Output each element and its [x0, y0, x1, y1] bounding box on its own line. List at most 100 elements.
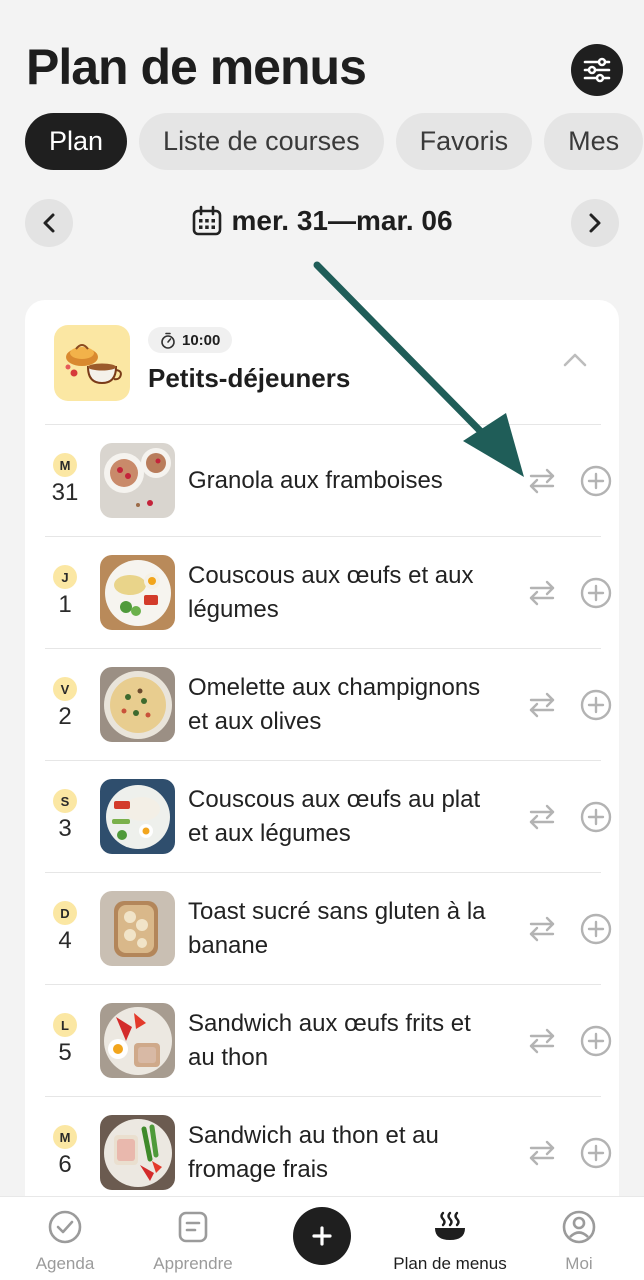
day-letter: D — [53, 901, 77, 925]
day-indicator: S 3 — [45, 789, 85, 843]
swap-icon[interactable] — [527, 1026, 557, 1056]
add-circle-icon[interactable] — [580, 1025, 612, 1057]
nav-apprendre-label: Apprendre — [153, 1254, 233, 1273]
recipe-image[interactable] — [100, 667, 175, 742]
recipe-title[interactable]: Toast sucré sans gluten à la banane — [188, 873, 498, 985]
day-number: 4 — [58, 927, 72, 954]
tab-plan[interactable]: Plan — [25, 113, 128, 170]
tab-mes[interactable]: Mes — [544, 113, 644, 170]
swap-icon[interactable] — [527, 690, 557, 720]
recipe-title[interactable]: Sandwich aux œufs frits et au thon — [188, 985, 498, 1097]
recipe-title-text: Toast sucré sans gluten à la banane — [188, 898, 486, 959]
recipe-image[interactable] — [100, 1115, 175, 1190]
bottom-nav: Agenda Apprendre Plan de menus Moi — [0, 1196, 644, 1280]
meal-row[interactable]: S 3 Couscous aux œufs au plat et aux lég… — [45, 760, 612, 873]
meal-row[interactable]: M 6 Sandwich au thon et au fromage frais — [45, 1096, 612, 1209]
add-circle-icon[interactable] — [580, 689, 612, 721]
nav-plan-label: Plan de menus — [393, 1254, 507, 1273]
recipe-title[interactable]: Omelette aux champignons et aux olives — [188, 649, 498, 761]
day-number: 5 — [58, 1039, 72, 1066]
breakfast-illustration — [54, 325, 130, 401]
nav-apprendre[interactable]: Apprendre — [128, 1209, 258, 1274]
next-week-button[interactable] — [571, 199, 619, 247]
meal-row[interactable]: V 2 Omelette aux champignons et aux oliv… — [45, 648, 612, 761]
nav-plan-de-menus[interactable]: Plan de menus — [385, 1209, 515, 1274]
recipe-image[interactable] — [100, 443, 175, 518]
recipe-title-text: Omelette aux champignons et aux olives — [188, 674, 481, 735]
nav-agenda-label: Agenda — [35, 1254, 95, 1273]
recipe-image[interactable] — [100, 779, 175, 854]
recipe-title-text: Sandwich aux œufs frits et au thon — [188, 1010, 471, 1071]
date-range-text: mer. 31—mar. 06 — [231, 205, 453, 236]
nav-moi[interactable]: Moi — [514, 1209, 644, 1274]
recipe-title[interactable]: Couscous aux œufs et aux légumes — [188, 537, 498, 649]
date-navigator: mer. 31—mar. 06 — [25, 199, 619, 247]
swap-icon[interactable] — [527, 914, 557, 944]
day-indicator: M 31 — [45, 453, 85, 507]
sliders-icon — [583, 57, 611, 83]
add-button[interactable] — [293, 1207, 351, 1265]
recipe-image[interactable] — [100, 555, 175, 630]
day-letter: S — [53, 789, 77, 813]
date-range[interactable]: mer. 31—mar. 06 — [25, 205, 619, 237]
add-circle-icon[interactable] — [580, 1137, 612, 1169]
tab-shopping-list[interactable]: Liste de courses — [139, 113, 384, 170]
swap-icon[interactable] — [527, 802, 557, 832]
meal-row[interactable]: L 5 Sandwich aux œufs frits et au thon — [45, 984, 612, 1097]
check-circle-icon — [48, 1210, 82, 1244]
header: Plan de menus — [0, 0, 644, 110]
day-number: 6 — [58, 1151, 72, 1178]
add-circle-icon[interactable] — [580, 577, 612, 609]
day-indicator: L 5 — [45, 1013, 85, 1067]
day-number: 2 — [58, 703, 72, 730]
page-title: Plan de menus — [26, 39, 367, 95]
day-letter: M — [53, 1125, 77, 1149]
recipe-image[interactable] — [100, 1003, 175, 1078]
day-letter: L — [53, 1013, 77, 1037]
day-indicator: J 1 — [45, 565, 85, 619]
meal-card: 10:00 Petits-déjeuners M 31 Granola aux … — [25, 300, 619, 1220]
meal-time: 10:00 — [182, 331, 221, 349]
swap-icon[interactable] — [527, 578, 557, 608]
meal-title: Petits-déjeuners — [148, 363, 351, 393]
day-number: 3 — [58, 815, 72, 842]
recipe-title-text: Couscous aux œufs et aux légumes — [188, 562, 474, 623]
bowl-icon — [435, 1211, 465, 1240]
recipe-image[interactable] — [100, 891, 175, 966]
add-circle-icon[interactable] — [580, 913, 612, 945]
filter-button[interactable] — [571, 44, 623, 96]
calendar-icon — [193, 205, 222, 236]
add-circle-icon[interactable] — [580, 801, 612, 833]
chevron-up-icon[interactable] — [561, 350, 589, 370]
profile-icon — [562, 1210, 596, 1244]
tab-favorites[interactable]: Favoris — [395, 113, 533, 170]
plus-icon — [312, 1226, 332, 1246]
swap-icon[interactable] — [527, 1138, 557, 1168]
recipe-title[interactable]: Granola aux framboises — [188, 425, 498, 537]
notes-icon — [178, 1211, 208, 1243]
day-indicator: M 6 — [45, 1125, 85, 1179]
swap-icon[interactable] — [527, 466, 557, 496]
day-number: 31 — [51, 479, 79, 506]
day-letter: J — [53, 565, 77, 589]
meal-time-badge: 10:00 — [148, 327, 233, 353]
stopwatch-icon — [161, 332, 175, 349]
chevron-right-icon — [589, 213, 601, 233]
meal-header[interactable]: 10:00 Petits-déjeuners — [25, 300, 619, 424]
meal-row[interactable]: M 31 Granola aux framboises — [45, 424, 612, 537]
recipe-title-text: Sandwich au thon et au fromage frais — [188, 1122, 439, 1183]
tab-bar: Plan Liste de courses Favoris Mes — [25, 113, 644, 170]
nav-agenda[interactable]: Agenda — [0, 1209, 130, 1274]
recipe-title[interactable]: Couscous aux œufs au plat et aux légumes — [188, 761, 498, 873]
recipe-title[interactable]: Sandwich au thon et au fromage frais — [188, 1097, 498, 1209]
recipe-title-text: Granola aux framboises — [188, 467, 443, 494]
add-circle-icon[interactable] — [580, 465, 612, 497]
recipe-title-text: Couscous aux œufs au plat et aux légumes — [188, 786, 481, 847]
day-letter: M — [53, 453, 77, 477]
day-letter: V — [53, 677, 77, 701]
day-indicator: V 2 — [45, 677, 85, 731]
day-number: 1 — [58, 591, 72, 618]
meal-row[interactable]: D 4 Toast sucré sans gluten à la banane — [45, 872, 612, 985]
meal-row[interactable]: J 1 Couscous aux œufs et aux légumes — [45, 536, 612, 649]
day-indicator: D 4 — [45, 901, 85, 955]
